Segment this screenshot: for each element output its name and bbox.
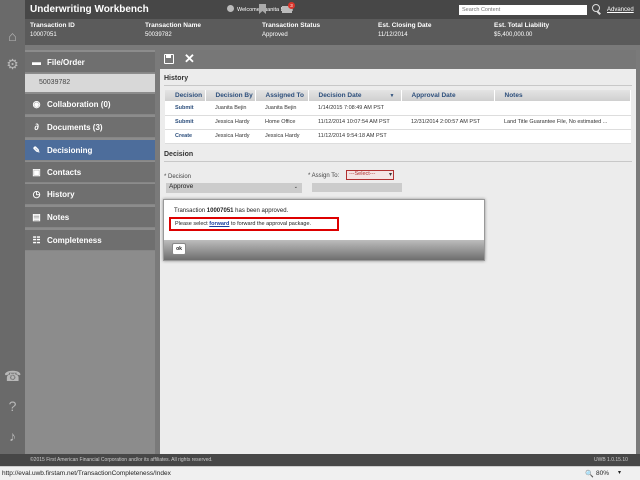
paperclip-icon: ∂ — [34, 122, 39, 132]
dialog-button-bar: ok — [164, 240, 484, 260]
help-icon[interactable]: ? — [4, 398, 21, 415]
column-header[interactable]: Decision By — [205, 90, 256, 101]
home-icon[interactable]: ⌂ — [4, 28, 21, 45]
table-row[interactable]: Submit Jessica Hardy Home Office 11/12/2… — [165, 115, 631, 130]
chevron-down-icon: ⌄ — [293, 184, 298, 190]
sort-arrow-icon: ▼ — [389, 93, 395, 99]
table-header-row: Decision Decision By Assigned To Decisio… — [165, 90, 631, 101]
zoom-icon[interactable]: 🔍 — [585, 470, 594, 478]
sidebar-item-completeness[interactable]: ☷ Completeness — [25, 230, 155, 251]
zoom-level[interactable]: 80% — [596, 470, 609, 477]
assign-to-field[interactable] — [312, 183, 402, 192]
gear-icon[interactable]: ⚙ — [4, 56, 21, 73]
browser-status-bar: http://eval.uwb.firstam.net/TransactionC… — [0, 466, 640, 480]
app-title: Underwriting Workbench — [30, 4, 149, 15]
status-url: http://eval.uwb.firstam.net/TransactionC… — [2, 470, 171, 477]
est-closing-date: Est. Closing Date 11/12/2014 — [378, 22, 432, 38]
top-bar: Underwriting Workbench Welcome Juanita B… — [25, 0, 640, 19]
dialog-instruction: Please select forward to forward the app… — [169, 217, 339, 231]
advanced-search-link[interactable]: Advanced — [607, 7, 634, 13]
column-header[interactable]: Assigned To — [255, 90, 309, 101]
footer: ©2015 First American Financial Corporati… — [0, 454, 640, 466]
assign-to-label: * Assign To: — [308, 173, 340, 179]
assign-to-select[interactable]: ---Select--- ▾ — [346, 170, 394, 180]
app-window: ⌂ ⚙ ☎ ? ♪ Underwriting Workbench Welcome… — [0, 0, 640, 480]
checklist-icon: ☷ — [32, 235, 41, 245]
sidebar-item-documents[interactable]: ∂ Documents (3) — [25, 117, 155, 138]
transaction-name: Transaction Name 50039782 — [145, 22, 201, 38]
sidebar-item-notes[interactable]: ▤ Notes — [25, 207, 155, 228]
est-total-liability: Est. Total Liability $5,400,000.00 — [494, 22, 550, 38]
forward-link[interactable]: forward — [209, 221, 229, 227]
copyright-text: ©2015 First American Financial Corporati… — [30, 457, 213, 463]
sidebar-item-collaboration[interactable]: ◉ Collaboration (0) — [25, 94, 155, 115]
ok-button[interactable]: ok — [172, 243, 186, 255]
save-icon[interactable] — [164, 54, 174, 64]
history-section-title: History — [164, 75, 189, 82]
gavel-icon: ✎ — [32, 145, 41, 155]
column-header[interactable]: Decision — [165, 90, 206, 101]
column-header[interactable]: Notes — [494, 90, 631, 101]
clock-icon: ◷ — [32, 189, 41, 199]
version-text: UWB 1.0.15.10 — [594, 457, 628, 463]
user-icon — [227, 5, 234, 12]
sidebar-item-file-order[interactable]: ▬ File/Order — [25, 52, 155, 73]
sidebar-item-decisioning[interactable]: ✎ Decisioning — [25, 140, 155, 161]
column-header-sorted[interactable]: Decision Date ▼ — [308, 90, 402, 101]
sidebar: ▬ File/Order 50039782 ◉ Collaboration (0… — [25, 50, 155, 454]
table-row[interactable]: Create Jessica Hardy Jessica Hardy 11/12… — [165, 129, 631, 144]
search-icon[interactable] — [592, 4, 600, 12]
collaboration-icon: ◉ — [32, 99, 41, 109]
mail-count-badge: 3 — [288, 2, 295, 9]
column-header[interactable]: Approval Date — [401, 90, 495, 101]
decision-select[interactable]: Approve ⌄ — [166, 183, 302, 193]
transaction-id: Transaction ID 10007051 — [30, 22, 75, 38]
bell-icon[interactable]: ♪ — [4, 428, 21, 445]
transaction-summary-bar: Transaction ID 10007051 Transaction Name… — [25, 19, 640, 45]
dialog-message: Transaction 10007051 has been approved. — [174, 208, 289, 214]
decision-section-title: Decision — [164, 151, 194, 158]
sidebar-subitem-order[interactable]: 50039782 — [25, 74, 155, 92]
history-table: Decision Decision By Assigned To Decisio… — [165, 90, 631, 144]
left-rail: ⌂ ⚙ ☎ ? ♪ — [0, 0, 25, 466]
approval-dialog: Transaction 10007051 has been approved. … — [163, 199, 485, 261]
search-input[interactable] — [459, 5, 587, 15]
notes-icon: ▤ — [32, 212, 41, 222]
main-toolbar: ✕ — [160, 50, 636, 69]
chevron-down-icon: ▾ — [388, 172, 392, 178]
folder-icon: ▬ — [32, 57, 41, 67]
divider — [164, 85, 632, 86]
transaction-status: Transaction Status Approved — [262, 22, 321, 38]
decision-label: * Decision — [164, 174, 192, 180]
sidebar-item-history[interactable]: ◷ History — [25, 184, 155, 205]
table-row[interactable]: Submit Juanita Bejin Juanita Bejin 1/14/… — [165, 101, 631, 116]
close-icon[interactable]: ✕ — [184, 52, 195, 66]
sidebar-item-contacts[interactable]: ▣ Contacts — [25, 162, 155, 183]
chevron-down-icon[interactable]: ▾ — [618, 469, 621, 476]
divider — [164, 161, 632, 162]
contacts-icon: ▣ — [32, 167, 41, 177]
phone-icon[interactable]: ☎ — [4, 368, 21, 385]
